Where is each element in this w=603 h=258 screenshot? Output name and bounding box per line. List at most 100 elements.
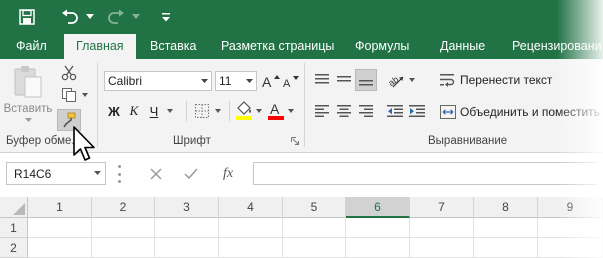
cell[interactable] <box>92 218 155 238</box>
cell[interactable] <box>28 238 92 258</box>
increase-indent-button[interactable] <box>407 101 427 121</box>
cancel-entry-button[interactable] <box>145 164 167 184</box>
save-button[interactable] <box>17 7 37 27</box>
cell[interactable] <box>155 238 219 258</box>
column-header-selected[interactable]: 6 <box>346 197 410 218</box>
font-size-select[interactable]: 11 <box>215 71 257 91</box>
cell[interactable] <box>538 238 603 258</box>
copy-button[interactable] <box>58 85 80 105</box>
align-bottom-button[interactable] <box>355 69 377 91</box>
increase-font-size-button[interactable]: A <box>261 71 281 91</box>
cell[interactable] <box>410 238 474 258</box>
redo-button[interactable] <box>106 7 126 27</box>
tab-formulas[interactable]: Формулы <box>355 34 409 59</box>
paste-label: Вставить <box>3 103 53 115</box>
formula-input[interactable] <box>253 162 598 185</box>
bold-button[interactable]: Ж <box>105 101 123 121</box>
orientation-button[interactable]: ab <box>386 69 406 91</box>
svg-text:A: A <box>283 78 291 89</box>
dialog-launcher-icon <box>291 137 299 145</box>
align-right-icon <box>359 105 373 117</box>
cell[interactable] <box>474 238 538 258</box>
undo-button[interactable] <box>60 7 80 27</box>
svg-text:A: A <box>262 74 272 89</box>
cell[interactable] <box>219 238 283 258</box>
align-left-icon <box>315 105 329 117</box>
group-label-font: Шрифт <box>173 135 211 147</box>
tab-page-layout[interactable]: Разметка страницы <box>221 34 334 59</box>
italic-button[interactable]: К <box>125 101 143 121</box>
cell[interactable] <box>283 238 346 258</box>
tab-insert[interactable]: Вставка <box>150 34 196 59</box>
insert-function-button[interactable]: fx <box>216 164 240 184</box>
chevron-down-icon <box>288 109 294 113</box>
fill-color-button[interactable] <box>234 99 254 121</box>
borders-button[interactable] <box>193 101 211 121</box>
wrap-text-button[interactable]: Перенести текст <box>440 69 552 91</box>
ribbon-tabs: Файл Главная Вставка Разметка страницы Ф… <box>0 34 603 59</box>
cell[interactable] <box>474 218 538 238</box>
column-header[interactable]: 8 <box>474 197 538 218</box>
formula-bar-grip[interactable] <box>118 165 122 183</box>
redo-dropdown[interactable] <box>130 7 142 27</box>
column-header[interactable]: 3 <box>155 197 219 218</box>
cell[interactable] <box>346 238 410 258</box>
font-name-select[interactable]: Calibri <box>104 71 212 91</box>
tab-data[interactable]: Данные <box>440 34 485 59</box>
align-bottom-icon <box>359 80 373 86</box>
tab-file[interactable]: Файл <box>16 34 47 59</box>
font-color-dropdown[interactable] <box>286 101 296 121</box>
borders-icon <box>195 104 209 118</box>
font-dialog-launcher[interactable] <box>290 136 300 146</box>
cell[interactable] <box>219 218 283 238</box>
undo-dropdown[interactable] <box>84 7 96 27</box>
fill-color-dropdown[interactable] <box>254 101 264 121</box>
paste-button[interactable]: Вставить <box>3 63 53 127</box>
align-center-button[interactable] <box>334 101 354 121</box>
cell[interactable] <box>346 218 410 238</box>
cell[interactable] <box>28 218 92 238</box>
underline-label: Ч <box>149 103 159 119</box>
font-color-button[interactable]: A <box>266 99 286 121</box>
align-left-button[interactable] <box>312 101 332 121</box>
copy-dropdown[interactable] <box>80 85 90 105</box>
cell[interactable] <box>538 218 603 238</box>
cell[interactable] <box>283 218 346 238</box>
wrap-text-icon <box>440 74 455 87</box>
column-header[interactable]: 1 <box>28 197 92 218</box>
column-header[interactable]: 7 <box>410 197 474 218</box>
row-header[interactable]: 1 <box>0 218 28 238</box>
cut-button[interactable] <box>58 63 80 83</box>
underline-dropdown[interactable] <box>164 101 176 121</box>
tab-review[interactable]: Рецензировани <box>512 34 602 59</box>
merge-center-button[interactable]: Объединить и поместить <box>440 101 600 123</box>
align-right-button[interactable] <box>356 101 376 121</box>
font-name-value: Calibri <box>108 74 143 88</box>
align-middle-button[interactable] <box>334 69 354 91</box>
spreadsheet-grid: 1 2 3 4 5 6 7 8 9 1 2 <box>0 197 603 258</box>
column-header[interactable]: 5 <box>283 197 346 218</box>
wrap-text-label: Перенести текст <box>460 73 553 87</box>
column-header[interactable]: 9 <box>538 197 603 218</box>
bold-label: Ж <box>108 103 120 119</box>
borders-dropdown[interactable] <box>212 101 224 121</box>
select-all-icon <box>13 203 25 215</box>
cell[interactable] <box>410 218 474 238</box>
confirm-entry-button[interactable] <box>180 164 202 184</box>
select-all-button[interactable] <box>0 197 28 218</box>
decrease-font-size-button[interactable]: A <box>282 71 300 91</box>
chevron-down-icon <box>24 118 32 122</box>
column-header[interactable]: 4 <box>219 197 283 218</box>
cell[interactable] <box>155 218 219 238</box>
scissors-icon <box>61 65 77 81</box>
customize-quick-access-button[interactable] <box>159 7 173 27</box>
row-header[interactable]: 2 <box>0 238 28 258</box>
decrease-indent-button[interactable] <box>385 101 405 121</box>
cell[interactable] <box>92 238 155 258</box>
column-header[interactable]: 2 <box>92 197 155 218</box>
customize-icon <box>162 12 170 21</box>
tab-home[interactable]: Главная <box>64 34 136 59</box>
align-top-button[interactable] <box>312 69 332 91</box>
orientation-dropdown[interactable] <box>406 69 418 91</box>
underline-button[interactable]: Ч <box>145 101 163 121</box>
